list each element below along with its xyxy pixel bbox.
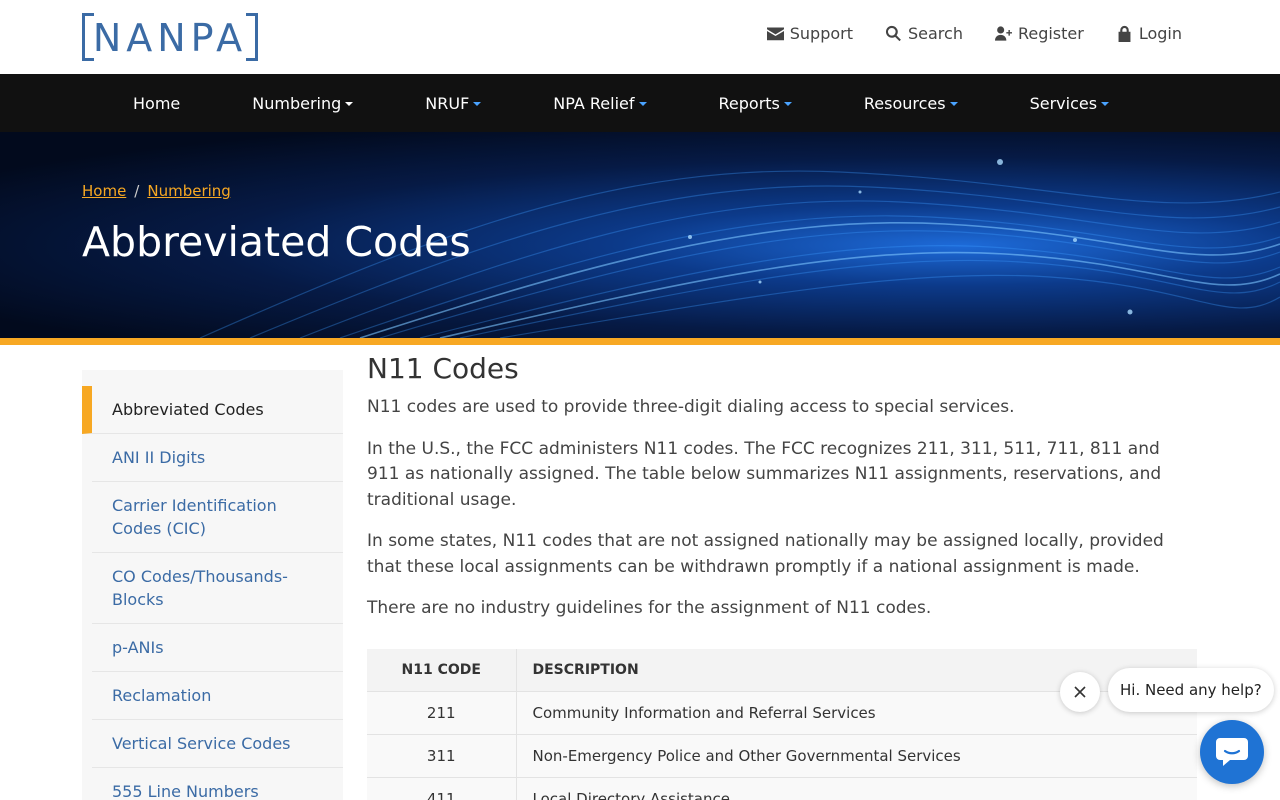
sidebar-item-ani-ii-digits[interactable]: ANI II Digits xyxy=(92,434,343,482)
cell-code: 311 xyxy=(367,734,517,778)
chat-icon xyxy=(1216,738,1248,766)
paragraph-states: In some states, N11 codes that are not a… xyxy=(367,531,1164,577)
support-link[interactable]: Support xyxy=(766,24,853,43)
site-header: NANPA Support Search Register Login xyxy=(0,0,1280,74)
nav-home[interactable]: Home xyxy=(133,94,180,113)
table-row: 411 Local Directory Assistance xyxy=(367,777,1197,800)
search-label: Search xyxy=(907,24,963,43)
nav-npa-relief-label: NPA Relief xyxy=(553,93,635,113)
breadcrumb-home[interactable]: Home xyxy=(82,182,126,200)
nav-resources-label: Resources xyxy=(863,93,946,113)
nav-numbering[interactable]: Numbering xyxy=(252,93,354,113)
chat-close-button[interactable] xyxy=(1060,672,1100,712)
table-row: 311 Non-Emergency Police and Other Gover… xyxy=(367,734,1197,778)
caret-down-icon xyxy=(473,102,482,106)
logo-bracket-right xyxy=(246,13,258,61)
nav-resources[interactable]: Resources xyxy=(864,94,958,113)
caret-down-icon xyxy=(638,102,647,106)
sidebar-item-abbreviated-codes[interactable]: Abbreviated Codes xyxy=(82,386,343,434)
sidebar-item-co-codes[interactable]: CO Codes/Thousands-Blocks xyxy=(92,553,343,624)
section-heading: N11 Codes xyxy=(367,352,519,385)
sidebar-item-cic[interactable]: Carrier Identification Codes (CIC) xyxy=(92,482,343,553)
sidebar-item-reclamation[interactable]: Reclamation xyxy=(92,672,343,720)
n11-codes-table: N11 CODE DESCRIPTION 211 Community Infor… xyxy=(367,648,1197,800)
logo-text: NANPA xyxy=(92,16,248,60)
cell-code: 211 xyxy=(367,691,517,735)
lock-icon xyxy=(1118,25,1131,42)
nav-npa-relief[interactable]: NPA Relief xyxy=(553,93,647,113)
chat-greeting-bubble[interactable]: Hi. Need any help? xyxy=(1108,668,1274,712)
user-plus-icon xyxy=(994,26,1012,41)
sidebar-item-555-line-numbers[interactable]: 555 Line Numbers xyxy=(92,768,343,800)
login-link[interactable]: Login xyxy=(1116,24,1182,43)
chat-launcher-button[interactable] xyxy=(1200,720,1264,784)
close-icon xyxy=(1074,686,1086,698)
nav-reports-label: Reports xyxy=(718,93,780,113)
utility-nav: Support Search Register Login xyxy=(766,24,1182,43)
main-nav: Home Numbering NRUF NPA Relief Reports R… xyxy=(0,74,1280,132)
page-title: Abbreviated Codes xyxy=(82,218,471,266)
sidebar-item-p-anis[interactable]: p-ANIs xyxy=(92,624,343,672)
breadcrumb-numbering[interactable]: Numbering xyxy=(147,182,230,200)
search-icon xyxy=(885,25,901,42)
caret-down-icon xyxy=(1101,102,1110,106)
cell-description: Non-Emergency Police and Other Governmen… xyxy=(516,734,1197,778)
hero-banner: Home / Numbering Abbreviated Codes xyxy=(0,132,1280,338)
register-link[interactable]: Register xyxy=(994,24,1084,43)
column-header-code: N11 CODE xyxy=(367,648,517,692)
register-label: Register xyxy=(1017,24,1084,43)
chat-greeting-text: Hi. Need any help? xyxy=(1120,681,1262,699)
nav-nruf[interactable]: NRUF xyxy=(425,93,482,113)
nav-home-label: Home xyxy=(133,93,181,113)
paragraph-fcc: In the U.S., the FCC administers N11 cod… xyxy=(367,438,1162,510)
envelope-icon xyxy=(766,27,784,41)
cell-description: Local Directory Assistance xyxy=(516,777,1197,800)
accent-divider xyxy=(0,338,1280,345)
support-label: Support xyxy=(789,24,853,43)
caret-down-icon xyxy=(345,102,354,106)
main-content: N11 Codes N11 codes are used to provide … xyxy=(367,352,1197,800)
sidebar-item-vertical-service-codes[interactable]: Vertical Service Codes xyxy=(92,720,343,768)
search-link[interactable]: Search xyxy=(885,24,963,43)
caret-down-icon xyxy=(949,102,958,106)
nav-nruf-label: NRUF xyxy=(425,93,470,113)
paragraph-guidelines: There are no industry guidelines for the… xyxy=(367,598,932,618)
nav-reports[interactable]: Reports xyxy=(719,94,792,113)
paragraph-intro: N11 codes are used to provide three-digi… xyxy=(367,397,1015,417)
nanpa-logo[interactable]: NANPA xyxy=(82,13,258,61)
nav-services[interactable]: Services xyxy=(1029,93,1110,113)
login-label: Login xyxy=(1138,24,1182,43)
sidebar-nav: Abbreviated Codes ANI II Digits Carrier … xyxy=(82,370,343,800)
caret-down-icon xyxy=(783,102,792,106)
cell-code: 411 xyxy=(367,777,517,800)
breadcrumb-separator: / xyxy=(134,182,140,200)
breadcrumb: Home / Numbering xyxy=(82,182,231,200)
nav-numbering-label: Numbering xyxy=(252,93,342,113)
nav-services-label: Services xyxy=(1029,93,1098,113)
